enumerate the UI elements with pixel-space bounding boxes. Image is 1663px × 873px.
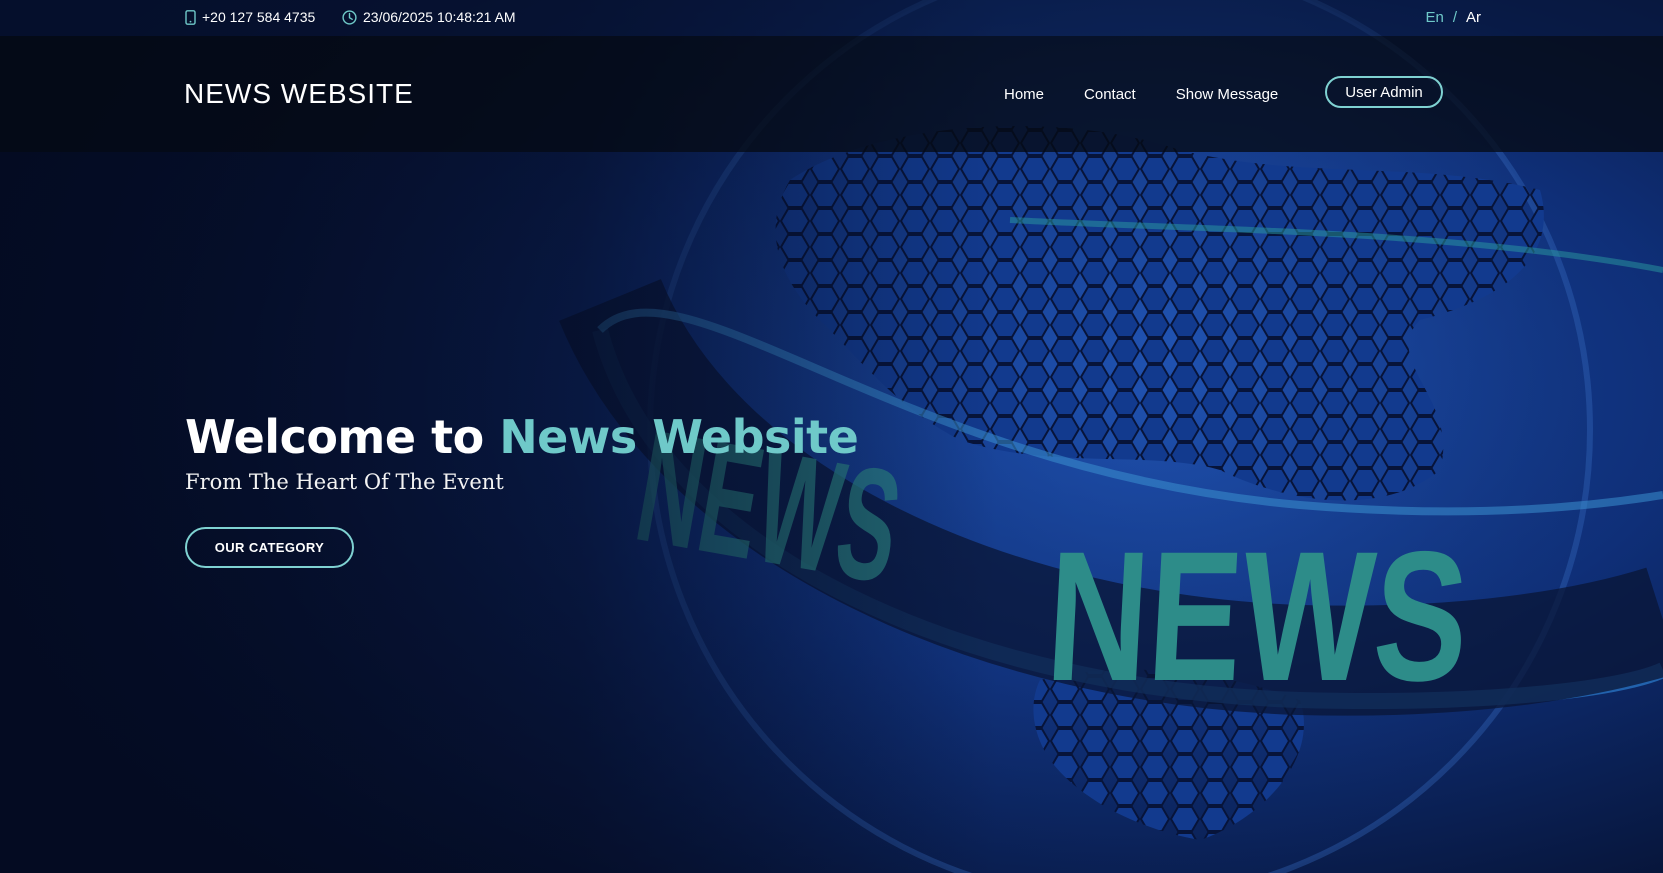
clock-icon <box>342 9 357 25</box>
main-navbar: NEWS WEBSITE Home Contact Show Message U… <box>0 36 1663 152</box>
lang-ar-link[interactable]: Ar <box>1466 9 1481 26</box>
hero-title-highlight: News Website <box>499 410 859 464</box>
hero-title-prefix: Welcome to <box>185 410 484 464</box>
nav-links: Home Contact Show Message <box>1004 36 1318 152</box>
nav-show-message-link[interactable]: Show Message <box>1176 86 1279 103</box>
top-info-bar: +20 127 584 4735 23/06/2025 10:48:21 AM … <box>0 0 1663 36</box>
brand-logo[interactable]: NEWS WEBSITE <box>184 36 414 152</box>
language-switcher: En / Ar <box>1425 0 1481 34</box>
datetime-info: 23/06/2025 10:48:21 AM <box>342 0 516 34</box>
lang-en-link[interactable]: En <box>1425 9 1443 26</box>
lang-separator: / <box>1452 8 1457 26</box>
our-category-button[interactable]: OUR CATEGORY <box>185 527 354 568</box>
user-admin-button[interactable]: User Admin <box>1325 76 1443 108</box>
phone-number: +20 127 584 4735 <box>202 9 316 25</box>
hero-title: Welcome to News Website <box>185 410 859 464</box>
current-datetime: 23/06/2025 10:48:21 AM <box>363 9 516 25</box>
phone-info: +20 127 584 4735 <box>185 0 315 34</box>
mobile-phone-icon <box>185 9 196 25</box>
nav-contact-link[interactable]: Contact <box>1084 86 1136 103</box>
nav-home-link[interactable]: Home <box>1004 86 1044 103</box>
hero-subtitle: From The Heart Of The Event <box>185 470 504 494</box>
